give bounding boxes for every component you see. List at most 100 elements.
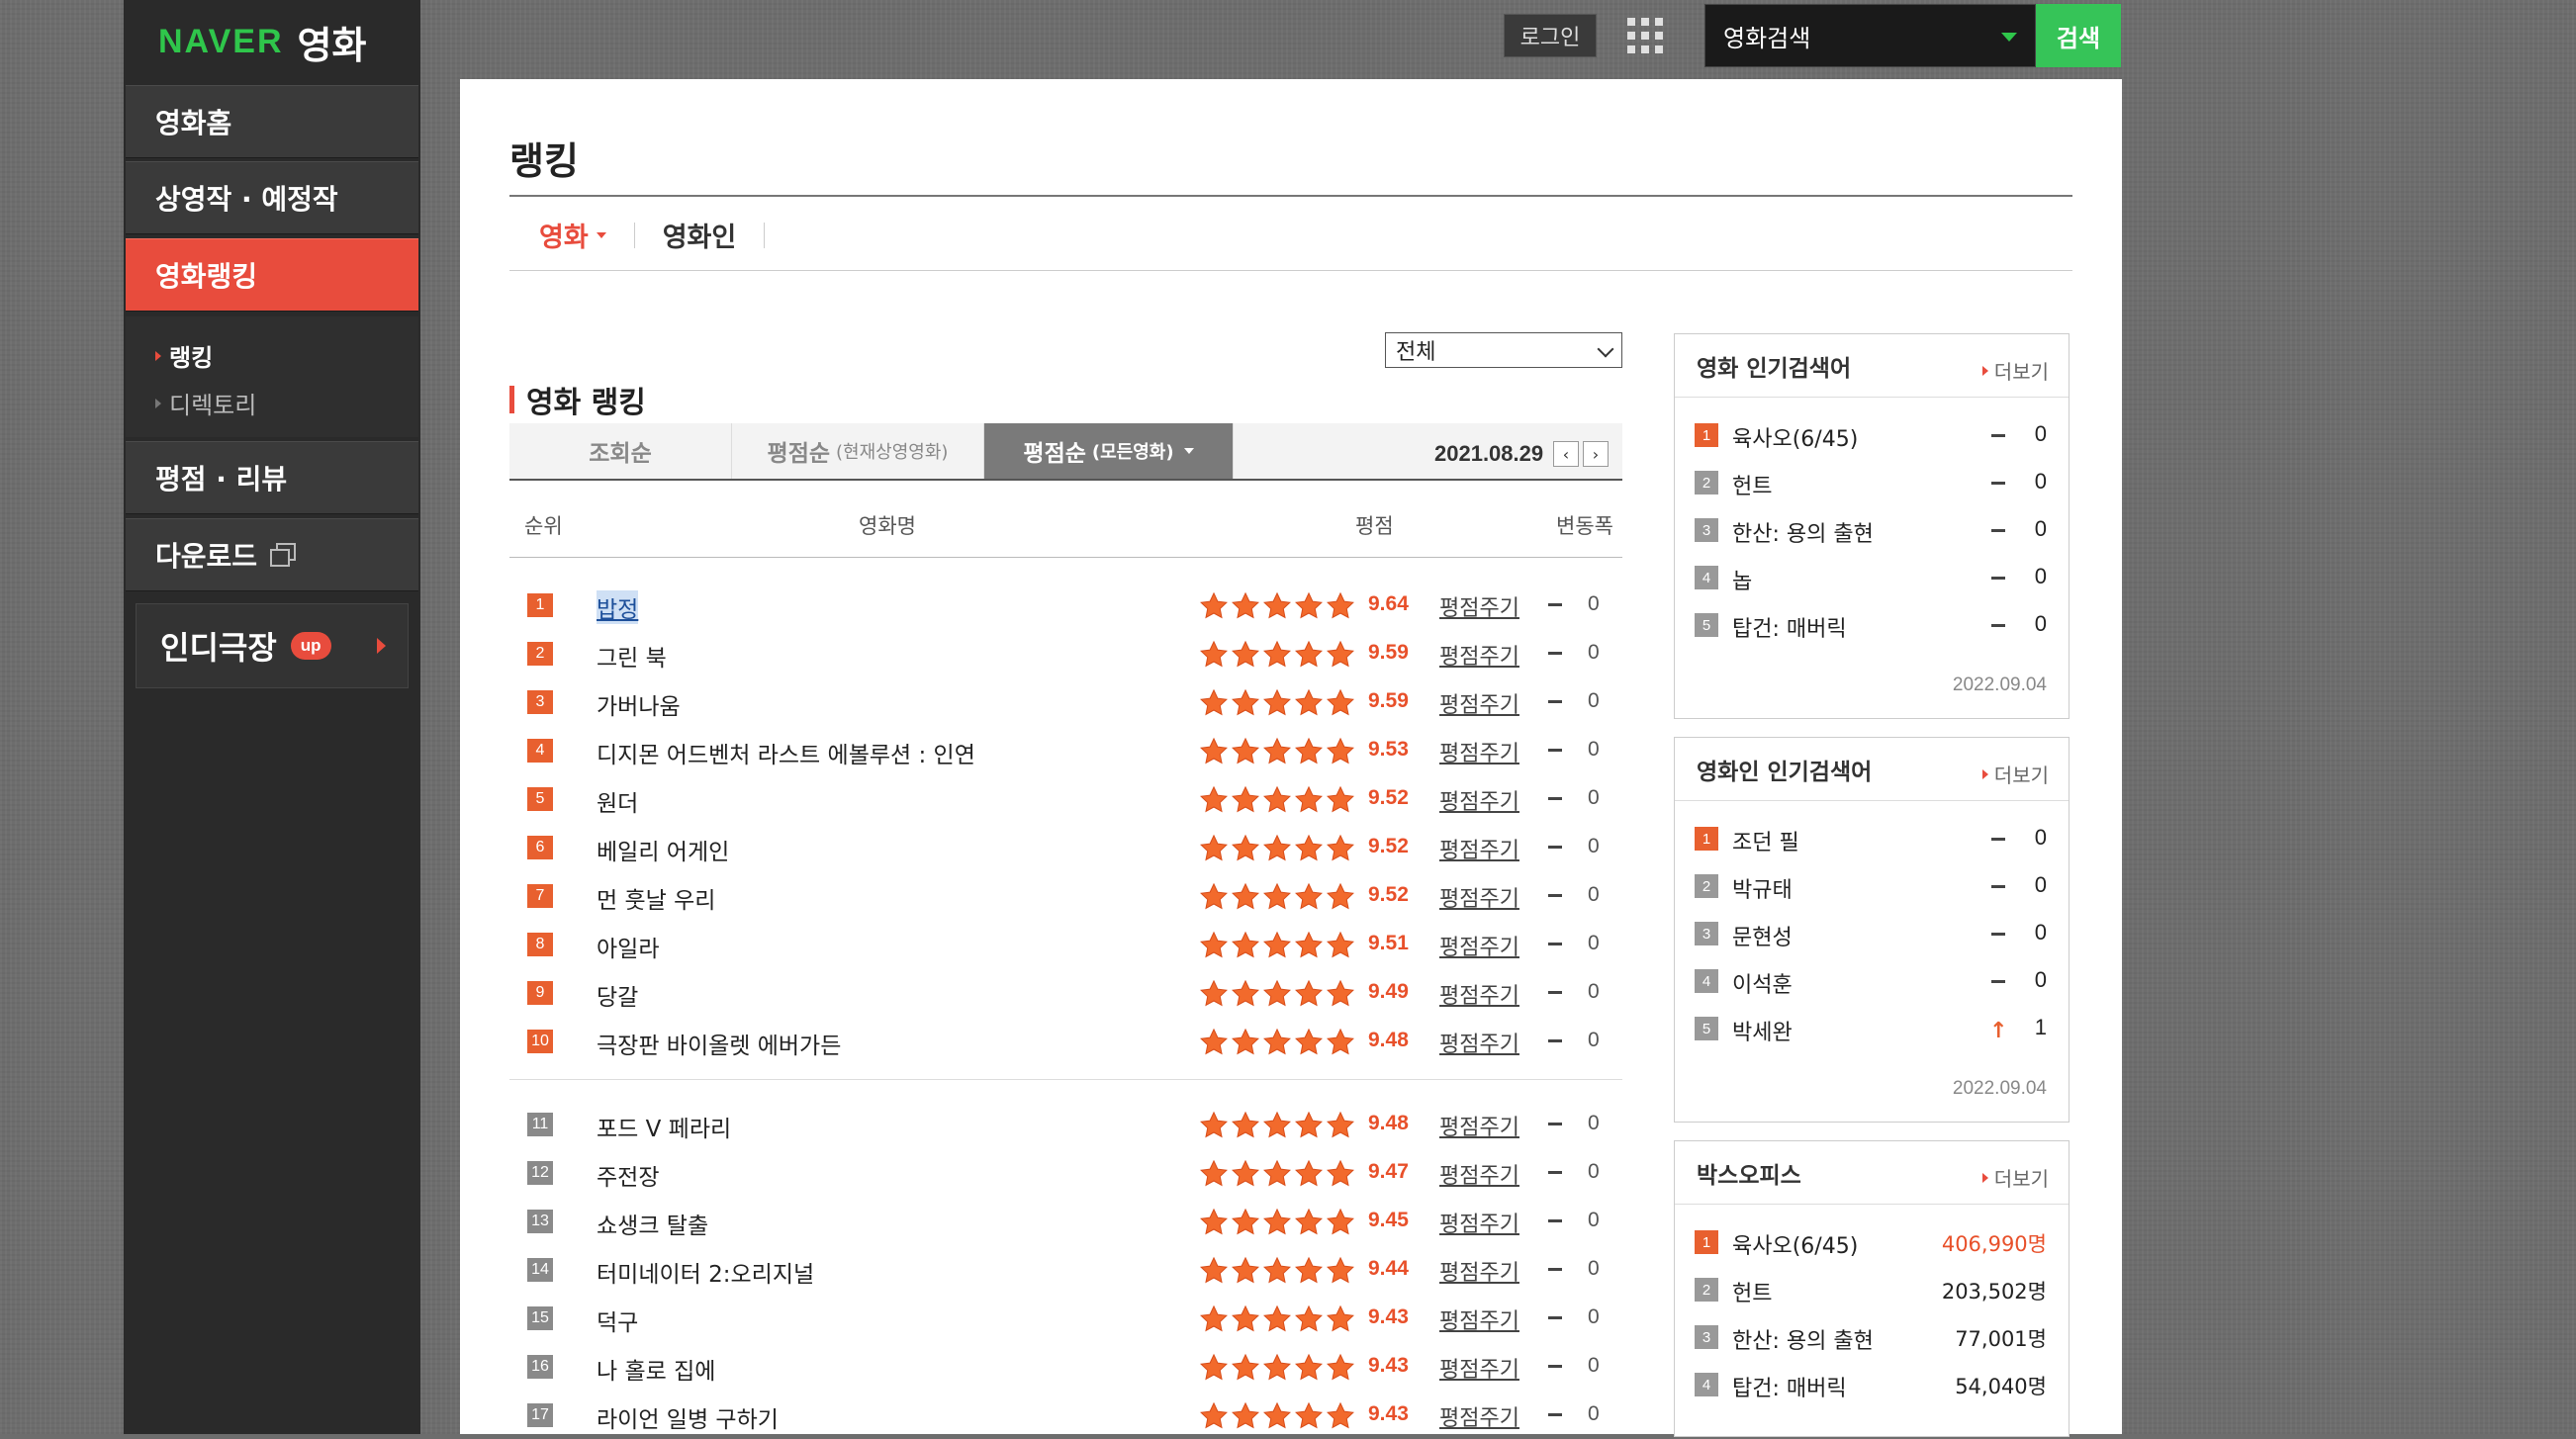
- list-item[interactable]: 4놉 0: [1695, 562, 2051, 594]
- rate-button[interactable]: 평점주기: [1439, 687, 1519, 719]
- rate-button[interactable]: 평점주기: [1439, 590, 1519, 622]
- list-item[interactable]: 5 탑건: 매버릭 0: [1695, 609, 2051, 642]
- logo-service: 영화: [297, 23, 367, 67]
- prev-date-button[interactable]: ‹: [1553, 441, 1579, 467]
- rate-button[interactable]: 평점주기: [1439, 1158, 1519, 1190]
- rate-button[interactable]: 평점주기: [1439, 639, 1519, 671]
- box-header: 박스오피스 더보기: [1675, 1141, 2069, 1205]
- item-name: 헌트: [1732, 475, 1773, 499]
- movie-title-link[interactable]: 쇼생크 탈출: [597, 1207, 708, 1240]
- rate-button[interactable]: 평점주기: [1439, 1304, 1519, 1335]
- ranking-tabs: 영화 영화인: [539, 216, 792, 254]
- tab-movie[interactable]: 영화: [539, 216, 606, 254]
- next-date-button[interactable]: ›: [1583, 441, 1609, 467]
- indie-theater-banner[interactable]: 인디극장 up: [136, 603, 409, 688]
- list-item[interactable]: 2 헌트 203,502명: [1695, 1274, 2051, 1306]
- more-link[interactable]: 더보기: [1981, 1163, 2049, 1192]
- sidebar-item-movie-home[interactable]: 영화홈: [126, 85, 418, 158]
- rate-button[interactable]: 평점주기: [1439, 930, 1519, 961]
- genre-filter-select[interactable]: 전체: [1385, 332, 1622, 368]
- sidebar-item-download[interactable]: 다운로드: [126, 518, 418, 591]
- rank-badge: 1: [527, 593, 553, 617]
- sidebar-item-reviews[interactable]: 평점 · 리뷰: [126, 441, 418, 514]
- sort-tab-sub: (현재상영영화): [836, 442, 949, 463]
- list-item[interactable]: 2 헌트 0: [1695, 467, 2051, 499]
- sort-tab-rating-all[interactable]: 평점순 (모든영화): [984, 423, 1234, 479]
- movie-title-link[interactable]: 아일라: [597, 930, 659, 963]
- list-item[interactable]: 4 이석훈 0: [1695, 965, 2051, 998]
- rate-button[interactable]: 평점주기: [1439, 1255, 1519, 1287]
- search-type-select[interactable]: 영화검색: [1704, 4, 2036, 67]
- list-item[interactable]: 3 한산: 용의 출현 77,001명: [1695, 1321, 2051, 1354]
- list-item[interactable]: 1 육사오(6/45) 0: [1695, 419, 2051, 452]
- list-item[interactable]: 3 문현성 0: [1695, 918, 2051, 950]
- sort-tab-views[interactable]: 조회순: [509, 423, 732, 479]
- item-name: 문현성: [1732, 926, 1793, 950]
- rank-badge: 14: [527, 1258, 553, 1282]
- movie-title-link[interactable]: 원더: [597, 784, 638, 818]
- movie-title-link[interactable]: 나 홀로 집에: [597, 1352, 715, 1386]
- rate-button[interactable]: 평점주기: [1439, 1400, 1519, 1432]
- item-name: 한산: 용의 출현: [1732, 522, 1874, 547]
- rate-button[interactable]: 평점주기: [1439, 1207, 1519, 1238]
- movie-title-link[interactable]: 먼 훗날 우리: [597, 881, 715, 915]
- sidebar-item-now-playing[interactable]: 상영작 · 예정작: [126, 161, 418, 234]
- movie-title-link[interactable]: 디지몬 어드벤처 라스트 에볼루션 : 인연: [597, 736, 975, 769]
- movie-title-link[interactable]: 극장판 바이올렛 에버가든: [597, 1027, 841, 1060]
- section-title-text: 영화 랭킹: [526, 386, 646, 420]
- movie-title-link[interactable]: 밥정: [597, 590, 639, 624]
- ranking-row: 10 극장판 바이올렛 에버가든 9.48 평점주기 0: [509, 1018, 1622, 1065]
- movie-title-link[interactable]: 그린 북: [597, 639, 667, 673]
- no-change-icon: [1548, 700, 1562, 703]
- login-button[interactable]: 로그인: [1504, 14, 1597, 57]
- no-change-icon: [1548, 991, 1562, 994]
- no-change-icon: [1991, 529, 2005, 532]
- list-item[interactable]: 4 탑건: 매버릭 54,040명: [1695, 1369, 2051, 1401]
- list-item[interactable]: 2 박규태 0: [1695, 870, 2051, 903]
- rank-badge: 3: [1695, 1325, 1718, 1349]
- movie-title-link[interactable]: 주전장: [597, 1158, 659, 1192]
- rank-badge: 2: [527, 642, 553, 666]
- movie-title-link[interactable]: 터미네이터 2:오리지널: [597, 1255, 814, 1289]
- subnav-item-ranking[interactable]: 랭킹: [155, 338, 213, 373]
- movie-score: 9.43: [1368, 1305, 1409, 1328]
- more-link[interactable]: 더보기: [1981, 356, 2049, 385]
- list-item[interactable]: 5 박세완 ↑ 1: [1695, 1013, 2051, 1045]
- list-item[interactable]: 1 조던 필 0: [1695, 823, 2051, 855]
- subnav-item-directory[interactable]: 디렉토리: [155, 386, 256, 420]
- section-title: 영화 랭킹: [509, 378, 646, 421]
- rank-change: 0: [1588, 1257, 1600, 1280]
- naver-movie-logo[interactable]: NAVER 영화: [158, 12, 366, 71]
- search-type-value: 영화검색: [1723, 24, 1811, 52]
- ranking-date: 2021.08.29: [1434, 441, 1544, 466]
- rate-button[interactable]: 평점주기: [1439, 784, 1519, 816]
- rate-button[interactable]: 평점주기: [1439, 978, 1519, 1010]
- rate-button[interactable]: 평점주기: [1439, 833, 1519, 864]
- movie-title-link[interactable]: 라이언 일병 구하기: [597, 1400, 779, 1434]
- sort-tab-rating-current[interactable]: 평점순 (현재상영영화): [732, 423, 984, 479]
- star-rating: [1200, 640, 1354, 668]
- rate-button[interactable]: 평점주기: [1439, 1110, 1519, 1141]
- list-item[interactable]: 3 한산: 용의 출현 0: [1695, 514, 2051, 547]
- movie-title-link[interactable]: 가버나움: [597, 687, 681, 721]
- no-change-icon: [1548, 1316, 1562, 1319]
- dropdown-caret-icon: [2001, 33, 2017, 42]
- rate-button[interactable]: 평점주기: [1439, 881, 1519, 913]
- rate-button[interactable]: 평점주기: [1439, 1027, 1519, 1058]
- tab-people[interactable]: 영화인: [663, 216, 737, 254]
- rate-button[interactable]: 평점주기: [1439, 1352, 1519, 1384]
- movie-title-link[interactable]: 당갈: [597, 978, 638, 1012]
- movie-title-link[interactable]: 포드 V 페라리: [597, 1110, 731, 1143]
- more-link[interactable]: 더보기: [1981, 760, 2049, 788]
- movie-title-link[interactable]: 덕구: [597, 1304, 638, 1337]
- rate-button[interactable]: 평점주기: [1439, 736, 1519, 767]
- rank-badge: 9: [527, 981, 553, 1005]
- search-button[interactable]: 검색: [2036, 4, 2121, 67]
- sidebar-item-movie-ranking[interactable]: 영화랭킹: [126, 238, 418, 312]
- ranking-row: 16 나 홀로 집에 9.43 평점주기 0: [509, 1343, 1622, 1391]
- apps-grid-icon[interactable]: [1627, 18, 1663, 53]
- movie-title-link[interactable]: 베일리 어게인: [597, 833, 729, 866]
- no-change-icon: [1548, 652, 1562, 655]
- rank-badge: 1: [1695, 1230, 1718, 1254]
- list-item[interactable]: 1 육사오(6/45) 406,990명: [1695, 1226, 2051, 1259]
